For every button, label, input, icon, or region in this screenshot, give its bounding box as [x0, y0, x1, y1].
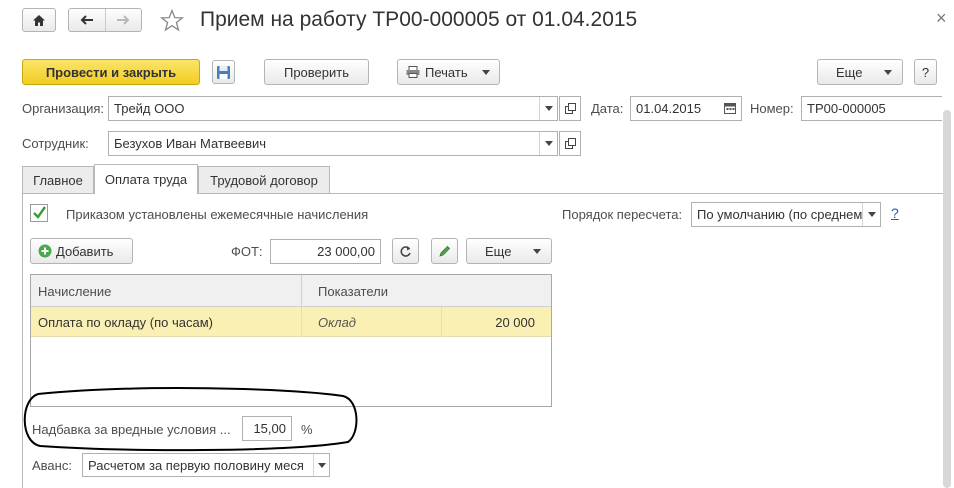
cell-accrual: Оплата по окладу (по часам) [38, 315, 213, 330]
date-label: Дата: [591, 101, 624, 116]
help-button[interactable]: ? [914, 59, 937, 85]
open-link-icon [564, 103, 576, 114]
organization-field[interactable]: Трейд ООО [108, 96, 558, 121]
employee-value: Безухов Иван Матвеевич [114, 136, 267, 151]
highlight-oval [23, 387, 358, 452]
add-button[interactable]: Добавить [30, 238, 133, 264]
tab-main[interactable]: Главное [22, 166, 94, 194]
table-more-label: Еще [485, 243, 512, 259]
recalc-order-label: Порядок пересчета: [562, 207, 683, 222]
chevron-down-icon [533, 249, 541, 254]
dropdown-arrow-icon[interactable] [539, 97, 557, 120]
check-button[interactable]: Проверить [264, 59, 369, 85]
fot-label: ФОТ: [231, 244, 263, 259]
fot-field: 23 000,00 [270, 239, 381, 264]
cell-indicator: Оклад [318, 315, 356, 330]
table-more-button[interactable]: Еще [466, 238, 552, 264]
tab-employment-contract[interactable]: Трудовой договор [198, 166, 330, 194]
add-label: Добавить [56, 243, 114, 259]
column-header-indicators[interactable]: Показатели [318, 284, 388, 299]
open-organization-button[interactable] [559, 96, 581, 121]
fot-value: 23 000,00 [317, 244, 375, 259]
cell-divider [441, 307, 442, 337]
floppy-disk-icon [217, 65, 230, 79]
organization-value: Трейд ООО [114, 101, 185, 116]
printer-icon [406, 66, 420, 78]
calendar-icon[interactable] [724, 103, 736, 114]
employee-label: Сотрудник: [22, 136, 89, 151]
print-button[interactable]: Печать [397, 59, 500, 85]
post-and-close-button[interactable]: Провести и закрыть [22, 59, 200, 85]
dropdown-arrow-icon[interactable] [862, 203, 880, 226]
save-button[interactable] [212, 60, 235, 84]
percent-unit: % [301, 422, 313, 437]
forward-button[interactable] [106, 9, 142, 31]
page-title: Прием на работу ТР00-000005 от 01.04.201… [200, 8, 638, 31]
close-icon[interactable]: × [936, 8, 947, 29]
checkmark-icon [33, 206, 46, 219]
table-header: Начисление Показатели [31, 275, 551, 307]
back-button[interactable] [69, 9, 106, 31]
recalc-help-link[interactable]: ? [891, 205, 899, 221]
open-link-icon [564, 138, 576, 149]
home-icon [33, 14, 45, 26]
open-employee-button[interactable] [559, 131, 581, 156]
home-button[interactable] [22, 8, 56, 32]
pencil-icon [439, 245, 451, 257]
nav-group [68, 8, 142, 32]
employee-field[interactable]: Безухов Иван Матвеевич [108, 131, 558, 156]
tab-payroll[interactable]: Оплата труда [94, 164, 198, 194]
monthly-accruals-checkbox[interactable] [30, 204, 48, 222]
table-row[interactable]: Оплата по окладу (по часам) Оклад 20 000 [31, 307, 551, 337]
more-label: Еще [836, 64, 863, 80]
date-value: 01.04.2015 [636, 101, 702, 116]
advance-value: Расчетом за первую половину меся [88, 457, 304, 473]
chevron-down-icon [884, 70, 892, 75]
more-button[interactable]: Еще [817, 59, 903, 85]
monthly-accruals-label: Приказом установлены ежемесячные начисле… [66, 207, 369, 222]
hazard-bonus-label: Надбавка за вредные условия ... [32, 422, 231, 437]
chevron-down-icon [482, 70, 490, 75]
organization-label: Организация: [22, 101, 105, 116]
date-field[interactable]: 01.04.2015 [630, 96, 742, 121]
plus-circle-icon [38, 244, 52, 258]
refresh-icon [400, 245, 411, 257]
star-icon[interactable] [160, 9, 184, 32]
print-label: Печать [425, 64, 468, 80]
vertical-scrollbar[interactable] [943, 110, 951, 488]
column-header-accrual[interactable]: Начисление [38, 284, 111, 299]
edit-button[interactable] [431, 238, 458, 264]
arrow-right-icon [117, 15, 130, 25]
recalc-order-select[interactable]: По умолчанию (по среднем [691, 202, 881, 227]
hazard-bonus-field[interactable]: 15,00 [242, 416, 292, 441]
column-divider [301, 275, 302, 307]
number-label: Номер: [750, 101, 794, 116]
number-field[interactable]: ТР00-000005 [801, 96, 942, 121]
hazard-bonus-value: 15,00 [253, 421, 286, 436]
arrow-left-icon [80, 15, 93, 25]
advance-label: Аванс: [32, 458, 72, 473]
advance-select[interactable]: Расчетом за первую половину меся [82, 453, 330, 477]
number-value: ТР00-000005 [807, 101, 886, 116]
cell-divider [301, 307, 302, 337]
dropdown-arrow-icon[interactable] [539, 132, 557, 155]
cell-indicator-value: 20 000 [495, 315, 535, 330]
dropdown-arrow-icon[interactable] [313, 454, 329, 476]
recalc-order-value: По умолчанию (по среднем [697, 207, 863, 222]
refresh-button[interactable] [392, 238, 419, 264]
